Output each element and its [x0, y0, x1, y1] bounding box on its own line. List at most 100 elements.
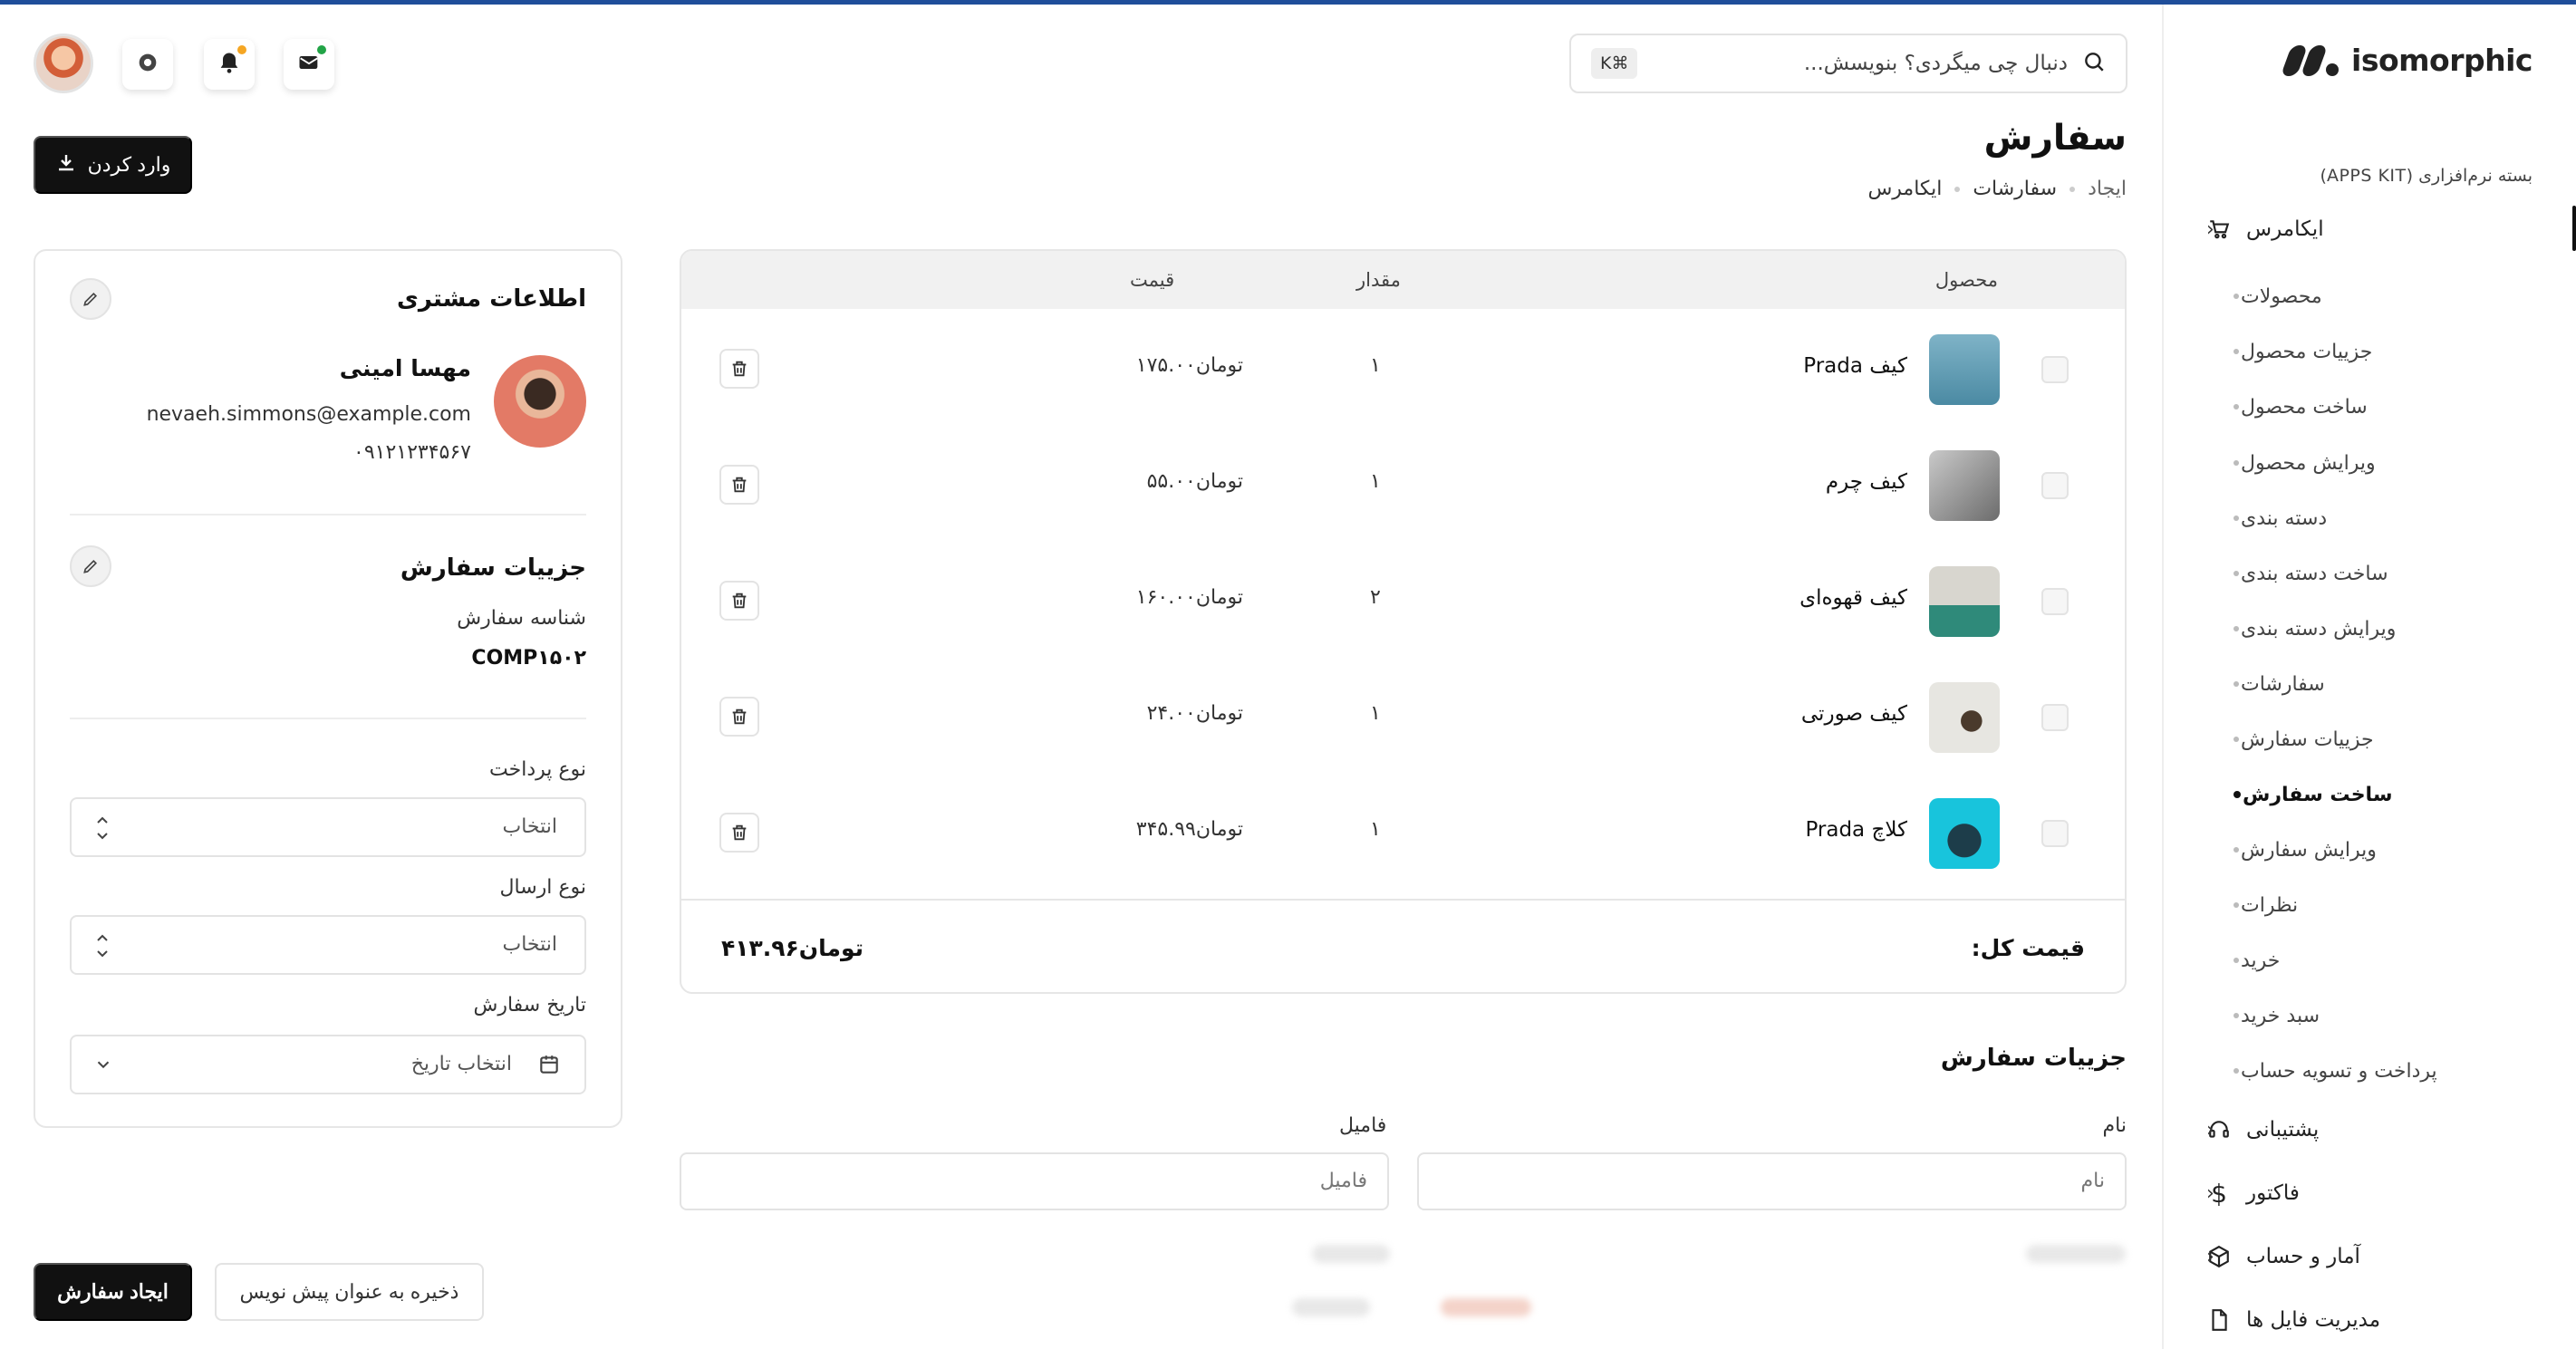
payment-type-label: نوع پرداخت — [489, 758, 586, 781]
payment-type-value: انتخاب — [502, 815, 558, 838]
row-checkbox[interactable] — [2041, 356, 2069, 383]
chevron-left-icon: ‹ — [2206, 1181, 2214, 1205]
bell-icon — [217, 50, 242, 79]
sidebar-item-label: فاکتور — [2246, 1181, 2300, 1205]
brand-logo[interactable]: isomorphic — [2280, 43, 2533, 78]
breadcrumb-item[interactable]: سفارشات — [1973, 178, 2057, 200]
sidebar-subitem[interactable]: دسته بندی — [2206, 500, 2533, 536]
sidebar-subitem[interactable]: محصولات — [2206, 278, 2533, 314]
row-checkbox[interactable] — [2041, 704, 2069, 731]
bullet-icon — [2233, 349, 2239, 354]
product-name: کلاچ Prada — [1805, 818, 1907, 842]
sidebar-subitem[interactable]: نظرات — [2206, 887, 2533, 923]
bullet-icon — [2233, 847, 2239, 853]
row-checkbox[interactable] — [2041, 820, 2069, 847]
row-checkbox[interactable] — [2041, 472, 2069, 499]
sidebar-item-label: مدیریت فایل ها — [2246, 1308, 2381, 1332]
notifications-button[interactable] — [204, 39, 255, 90]
bullet-icon — [2233, 902, 2239, 908]
product-price: تومان۱۷۵.۰۰ — [1135, 354, 1243, 377]
user-avatar[interactable] — [34, 34, 93, 93]
sidebar-subitem[interactable]: جزییات سفارش — [2206, 721, 2533, 757]
bullet-icon — [2233, 516, 2239, 521]
order-details-subtitle: جزییات سفارش — [400, 554, 586, 582]
gear-icon — [135, 50, 160, 79]
order-date-picker[interactable]: انتخاب تاریخ — [70, 1035, 586, 1094]
edit-customer-button[interactable] — [70, 278, 111, 320]
import-button[interactable]: وارد کردن — [34, 136, 192, 194]
search-input[interactable]: دنبال چی میگردی؟ بنویسش... — [1652, 52, 2068, 75]
bullet-icon — [2233, 404, 2239, 410]
sidebar-subitem[interactable]: ویرایش محصول — [2206, 445, 2533, 481]
active-indicator — [2572, 206, 2576, 251]
order-date-value: انتخاب تاریخ — [410, 1053, 512, 1075]
sidebar-subitem[interactable]: جزییات محصول — [2206, 333, 2533, 370]
sidebar-subitem[interactable]: سفارشات — [2206, 666, 2533, 702]
sidebar-subitem[interactable]: ویرایش دسته بندی — [2206, 611, 2533, 647]
sidebar-item-label: آمار و حساب — [2246, 1245, 2360, 1268]
order-details-title: جزییات سفارش — [1940, 1045, 2127, 1072]
updown-chevron-icon — [93, 814, 111, 848]
updown-chevron-icon — [93, 931, 111, 966]
delete-row-button[interactable] — [719, 349, 759, 389]
sidebar-subitem[interactable]: خرید — [2206, 942, 2533, 978]
delete-row-button[interactable] — [719, 465, 759, 505]
save-draft-button[interactable]: ذخیره به عنوان پیش نویس — [215, 1263, 484, 1321]
sidebar-item-files[interactable]: مدیریت فایل ها — [2206, 1300, 2533, 1340]
product-thumbnail — [1929, 798, 2000, 869]
product-thumbnail — [1929, 334, 2000, 405]
bullet-icon — [2233, 571, 2239, 576]
sidebar-item-stats[interactable]: آمار و حساب ‹ — [2206, 1237, 2533, 1277]
bullet-icon — [2233, 626, 2239, 631]
search-bar[interactable]: دنبال چی میگردی؟ بنویسش... K⌘ — [1569, 34, 2127, 93]
total-label: قیمت کل: — [1971, 935, 2085, 961]
bullet-icon — [2233, 460, 2239, 466]
total-value: تومان۴۱۳.۹۶ — [721, 935, 864, 961]
sidebar-subitem-active[interactable]: ساخت سفارش — [2206, 776, 2533, 813]
shipping-type-select[interactable]: انتخاب — [70, 915, 586, 975]
sidebar-item-label: پشتیبانی — [2246, 1118, 2320, 1142]
bullet-icon — [2233, 681, 2239, 687]
edit-order-button[interactable] — [70, 545, 111, 587]
sidebar-item-label: ایکامرس — [2246, 217, 2324, 241]
breadcrumb-item[interactable]: ایکامرس — [1867, 178, 1942, 200]
table-row: کیف صورتی ۱ تومان۲۴.۰۰ — [681, 659, 2125, 775]
sidebar-item-support[interactable]: پشتیبانی ‹ — [2206, 1110, 2533, 1150]
trash-icon — [732, 361, 747, 377]
trash-icon — [732, 824, 747, 841]
messages-button[interactable] — [284, 39, 334, 90]
faded-field-label — [1312, 1245, 1390, 1263]
notification-badge — [237, 45, 246, 54]
row-checkbox[interactable] — [2041, 588, 2069, 615]
sidebar-subitem[interactable]: سبد خرید — [2206, 997, 2533, 1034]
product-thumbnail — [1929, 450, 2000, 521]
search-icon — [2082, 50, 2106, 77]
delete-row-button[interactable] — [719, 813, 759, 853]
shortcut-badge: K⌘ — [1591, 48, 1638, 79]
sidebar-subitem[interactable]: ویرایش سفارش — [2206, 832, 2533, 868]
payment-type-select[interactable]: انتخاب — [70, 797, 586, 857]
shipping-type-label: نوع ارسال — [499, 876, 586, 899]
sidebar-subitem[interactable]: ساخت دسته بندی — [2206, 555, 2533, 592]
first-name-input[interactable]: نام — [1417, 1152, 2127, 1210]
sidebar-subitem[interactable]: ساخت محصول — [2206, 389, 2533, 425]
product-qty: ۱ — [1370, 818, 1381, 841]
delete-row-button[interactable] — [719, 581, 759, 621]
trash-icon — [732, 477, 747, 493]
product-name: کیف صورتی — [1800, 702, 1907, 726]
breadcrumb-current: ایجاد — [2088, 178, 2127, 200]
product-price: تومان۵۵.۰۰ — [1146, 470, 1243, 493]
sidebar-item-ecommerce[interactable]: ایکامرس ‹ — [2206, 209, 2533, 249]
table-row: کیف قهوه‌ای ۲ تومان۱۶۰.۰۰ — [681, 543, 2125, 659]
pencil-icon — [83, 559, 98, 573]
settings-button[interactable] — [122, 39, 173, 90]
last-name-input[interactable]: فامیل — [680, 1152, 1389, 1210]
sidebar-item-invoice[interactable]: $ فاکتور ‹ — [2206, 1173, 2533, 1213]
delete-row-button[interactable] — [719, 697, 759, 737]
pencil-icon — [83, 292, 98, 306]
bullet-icon — [2233, 958, 2239, 963]
divider — [70, 514, 586, 516]
trash-icon — [732, 593, 747, 609]
sidebar-subitem[interactable]: پرداخت و تسویه حساب — [2206, 1053, 2533, 1089]
create-order-button[interactable]: ایجاد سفارش — [34, 1263, 192, 1321]
